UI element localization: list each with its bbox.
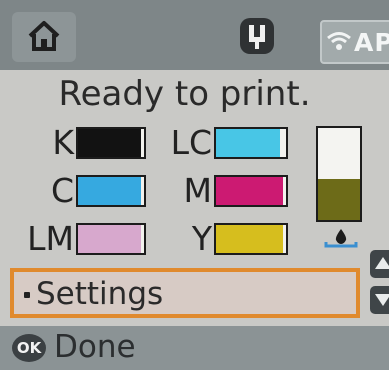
ink-level-lc: LC: [160, 126, 290, 160]
ink-label: M: [183, 171, 212, 210]
maintenance-box-fill: [318, 178, 360, 220]
printer-lcd-screen: AP Ready to print. K LC C M LM Y Setting…: [0, 0, 389, 370]
list-bullet: [24, 292, 30, 298]
wifi-ap-status[interactable]: AP: [320, 20, 389, 64]
bottom-bar: OK Done: [0, 326, 389, 370]
ink-level-y: Y: [160, 222, 290, 256]
ink-label: Y: [191, 219, 212, 258]
bluetooth-icon[interactable]: [237, 16, 277, 56]
status-message: Ready to print.: [58, 74, 311, 114]
ink-fill: [216, 225, 283, 253]
ok-button-icon[interactable]: OK: [12, 334, 46, 362]
wifi-mode-label: AP: [354, 28, 389, 57]
ink-fill: [78, 177, 141, 205]
ink-level-lm: LM: [0, 222, 158, 256]
maintenance-box-level: [316, 126, 362, 222]
ink-fill: [216, 129, 281, 157]
home-button[interactable]: [12, 12, 76, 62]
ink-bar: [76, 175, 146, 207]
ink-fill: [78, 129, 141, 157]
ink-fill: [216, 177, 283, 205]
ink-label: LC: [170, 123, 212, 162]
ink-label: C: [50, 171, 74, 210]
ink-drop-icon: [324, 229, 358, 248]
ink-label: K: [52, 123, 74, 162]
ink-level-c: C: [38, 174, 158, 208]
ink-bar: [214, 127, 288, 159]
ink-bar: [76, 127, 146, 159]
settings-label: Settings: [36, 276, 164, 312]
scroll-up-button[interactable]: [370, 250, 389, 278]
wifi-icon: [327, 32, 351, 50]
ink-label: LM: [27, 219, 74, 258]
menu-item-settings[interactable]: Settings: [10, 268, 360, 318]
ink-bar: [214, 175, 288, 207]
home-icon: [28, 21, 60, 51]
ink-bar: [76, 223, 146, 255]
ink-level-k: K: [38, 126, 158, 160]
done-label: Done: [54, 329, 136, 365]
top-bar: AP: [0, 0, 389, 70]
ink-bar: [214, 223, 288, 255]
scroll-down-button[interactable]: [370, 286, 389, 314]
ink-fill: [78, 225, 141, 253]
ink-level-m: M: [160, 174, 290, 208]
